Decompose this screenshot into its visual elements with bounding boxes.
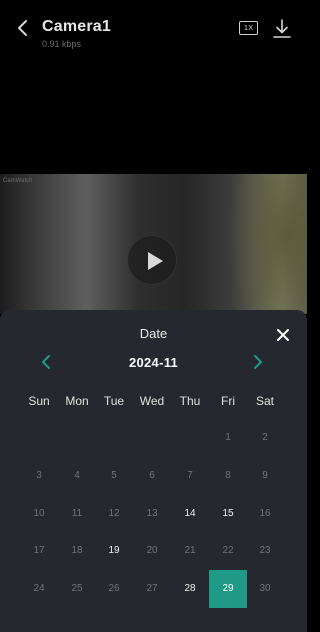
calendar-day[interactable]: 5 (95, 457, 133, 495)
close-button[interactable] (273, 325, 293, 345)
calendar-day[interactable]: 16 (246, 495, 284, 533)
calendar-day[interactable]: 6 (133, 457, 171, 495)
weekday-label: Fri (221, 394, 235, 408)
weekday-label: Sat (255, 394, 274, 408)
playback-speed-button[interactable]: 1X (239, 21, 258, 35)
download-icon (273, 19, 291, 38)
calendar-day[interactable]: 20 (133, 532, 171, 570)
calendar-day[interactable]: 12 (95, 495, 133, 533)
close-icon (277, 329, 289, 341)
chevron-left-icon (18, 20, 27, 36)
calendar-day[interactable]: 26 (95, 570, 133, 608)
play-button[interactable] (127, 235, 177, 285)
calendar-day[interactable]: 22 (209, 532, 247, 570)
calendar-day[interactable]: 21 (171, 532, 209, 570)
calendar-day[interactable]: 24 (20, 570, 58, 608)
back-button[interactable] (12, 17, 34, 39)
calendar-day[interactable]: 11 (58, 495, 96, 533)
weekday-label: Wed (139, 394, 165, 408)
chevron-right-icon (254, 355, 262, 369)
camera-title: Camera1 (42, 18, 112, 35)
header: Camera1 0.91 kbps 1X (0, 0, 307, 60)
calendar-day[interactable]: 1 (209, 419, 247, 457)
calendar-day[interactable]: 14 (171, 495, 209, 533)
calendar-day[interactable]: 9 (246, 457, 284, 495)
calendar-day[interactable]: 30 (246, 570, 284, 608)
weekday-label: Thu (179, 394, 201, 408)
calendar-day[interactable]: 4 (58, 457, 96, 495)
calendar-day[interactable]: 13 (133, 495, 171, 533)
calendar-day[interactable]: 28 (171, 570, 209, 608)
date-picker-title: Date (139, 326, 168, 341)
calendar-day[interactable]: 10 (20, 495, 58, 533)
calendar-day[interactable]: 8 (209, 457, 247, 495)
calendar-day[interactable]: 7 (171, 457, 209, 495)
calendar-day[interactable]: 27 (133, 570, 171, 608)
download-button[interactable] (271, 18, 293, 40)
calendar-day[interactable]: 23 (246, 532, 284, 570)
calendar-day[interactable]: 17 (20, 532, 58, 570)
playback-screen: Camera1 0.91 kbps 1X CamWatch Date 2024-… (0, 0, 307, 632)
calendar-day[interactable]: 15 (209, 495, 247, 533)
weekday-label: Tue (103, 394, 125, 408)
weekday-label: Mon (65, 394, 89, 408)
video-stamp: CamWatch (3, 178, 33, 184)
next-month-button[interactable] (248, 352, 268, 372)
calendar-day[interactable]: 18 (58, 532, 96, 570)
play-icon (148, 252, 163, 270)
calendar-day-selected[interactable]: 29 (209, 570, 247, 608)
calendar-day[interactable]: 3 (20, 457, 58, 495)
calendar-day[interactable]: 19 (95, 532, 133, 570)
date-picker-sheet: Date 2024-11 Sun Mon Tue Wed Thu Fri Sat 1 2 3 4 5 6… (0, 310, 307, 632)
calendar-day[interactable]: 25 (58, 570, 96, 608)
bitrate-label: 0.91 kbps (42, 39, 82, 49)
calendar-day[interactable]: 2 (246, 419, 284, 457)
weekday-label: Sun (28, 394, 50, 408)
